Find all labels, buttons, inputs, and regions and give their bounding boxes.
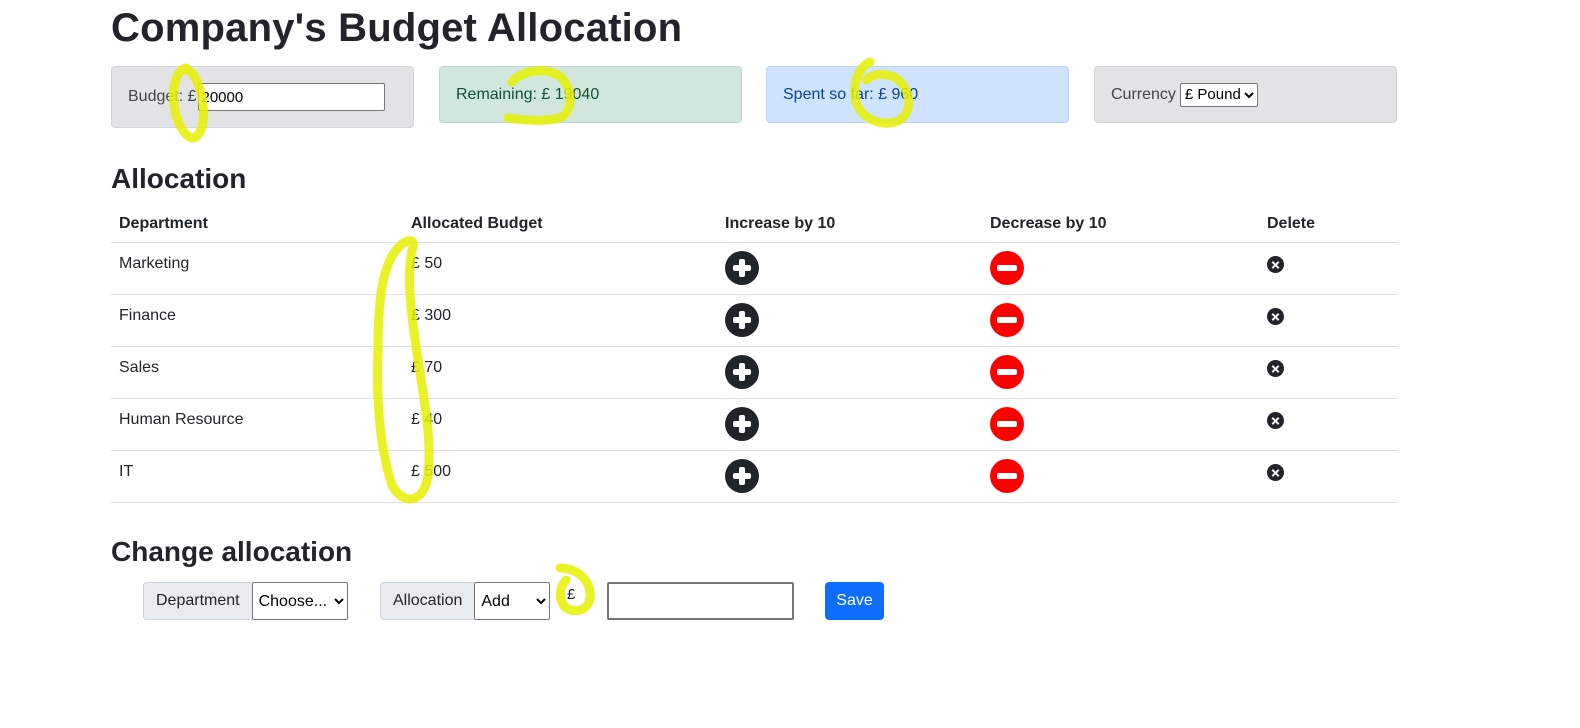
minus-circle-icon[interactable] xyxy=(990,303,1024,337)
table-row: Marketing £ 50 xyxy=(111,242,1398,295)
table-row: IT £ 500 xyxy=(111,450,1398,503)
allocation-type-select[interactable]: Add xyxy=(474,582,551,620)
currency-label: Currency xyxy=(1111,85,1176,103)
department-name: IT xyxy=(119,463,134,480)
cell-decrease xyxy=(982,450,1259,503)
department-name: Sales xyxy=(119,359,160,376)
amount-input[interactable] xyxy=(607,582,794,620)
department-input-group: Department Choose... xyxy=(143,582,348,620)
department-select[interactable]: Choose... xyxy=(251,582,348,620)
cell-allocated-budget: £ 500 xyxy=(403,450,717,503)
cell-increase xyxy=(717,450,982,503)
table-row: Human Resource £ 40 xyxy=(111,398,1398,451)
cell-department: Human Resource xyxy=(111,398,403,451)
allocated-budget-value: £ 500 xyxy=(411,463,452,480)
plus-circle-icon[interactable] xyxy=(725,355,759,389)
column-header-increase: Increase by 10 xyxy=(717,205,982,243)
table-row: Finance £ 300 xyxy=(111,294,1398,347)
allocated-budget-value: £ 50 xyxy=(411,255,443,272)
currency-select[interactable]: £ Pound xyxy=(1179,82,1258,107)
save-button[interactable]: Save xyxy=(825,582,884,620)
minus-circle-icon[interactable] xyxy=(990,355,1024,389)
plus-circle-icon[interactable] xyxy=(725,303,759,337)
department-name: Human Resource xyxy=(119,411,244,428)
plus-circle-icon[interactable] xyxy=(725,251,759,285)
budget-label: Budget: £ xyxy=(128,88,197,105)
currency-card: Currency £ Pound xyxy=(1094,66,1397,123)
minus-circle-icon[interactable] xyxy=(990,407,1024,441)
budget-card: Budget: £ xyxy=(111,66,414,128)
allocated-budget-value: £ 40 xyxy=(411,411,443,428)
cell-department: Sales xyxy=(111,346,403,399)
cell-department: Marketing xyxy=(111,242,403,295)
cell-increase xyxy=(717,398,982,451)
column-header-delete: Delete xyxy=(1259,205,1398,243)
currency-symbol: £ xyxy=(567,586,576,603)
cell-increase xyxy=(717,346,982,399)
cell-allocated-budget: £ 300 xyxy=(403,294,717,347)
plus-circle-icon[interactable] xyxy=(725,407,759,441)
allocation-heading: Allocation xyxy=(111,163,247,194)
spent-card: Spent so far: £ 960 xyxy=(766,66,1069,123)
remaining-card: Remaining: £ 19040 xyxy=(439,66,742,123)
department-name: Finance xyxy=(119,307,176,324)
x-circle-icon[interactable] xyxy=(1267,308,1284,325)
x-circle-icon[interactable] xyxy=(1267,464,1284,481)
cell-allocated-budget: £ 50 xyxy=(403,242,717,295)
cell-increase xyxy=(717,242,982,295)
table-row: Sales £ 70 xyxy=(111,346,1398,399)
minus-circle-icon[interactable] xyxy=(990,251,1024,285)
cell-allocated-budget: £ 70 xyxy=(403,346,717,399)
table-header-row: Department Allocated Budget Increase by … xyxy=(111,205,1398,243)
column-header-allocated-budget: Allocated Budget xyxy=(403,205,717,243)
cell-decrease xyxy=(982,242,1259,295)
budget-input[interactable] xyxy=(197,83,385,111)
x-circle-icon[interactable] xyxy=(1267,412,1284,429)
allocation-input-group: Allocation Add xyxy=(380,582,551,620)
column-header-department: Department xyxy=(111,205,403,243)
spent-text: Spent so far: £ 960 xyxy=(783,85,919,103)
x-circle-icon[interactable] xyxy=(1267,256,1284,273)
x-circle-icon[interactable] xyxy=(1267,360,1284,377)
cell-delete xyxy=(1259,450,1398,503)
page-title: Company's Budget Allocation xyxy=(111,6,683,50)
cell-delete xyxy=(1259,294,1398,347)
cell-delete xyxy=(1259,398,1398,451)
cell-department: Finance xyxy=(111,294,403,347)
cell-allocated-budget: £ 40 xyxy=(403,398,717,451)
cell-increase xyxy=(717,294,982,347)
cell-decrease xyxy=(982,294,1259,347)
change-allocation-heading: Change allocation xyxy=(111,536,353,567)
department-name: Marketing xyxy=(119,255,190,272)
cell-decrease xyxy=(982,398,1259,451)
allocated-budget-value: £ 300 xyxy=(411,307,452,324)
remaining-text: Remaining: £ 19040 xyxy=(456,85,600,103)
allocation-label: Allocation xyxy=(380,582,475,620)
plus-circle-icon[interactable] xyxy=(725,459,759,493)
department-label: Department xyxy=(143,582,252,620)
column-header-decrease: Decrease by 10 xyxy=(982,205,1259,243)
cell-delete xyxy=(1259,242,1398,295)
cell-delete xyxy=(1259,346,1398,399)
allocated-budget-value: £ 70 xyxy=(411,359,443,376)
allocation-table: Department Allocated Budget Increase by … xyxy=(111,205,1398,503)
cell-decrease xyxy=(982,346,1259,399)
cell-department: IT xyxy=(111,450,403,503)
minus-circle-icon[interactable] xyxy=(990,459,1024,493)
